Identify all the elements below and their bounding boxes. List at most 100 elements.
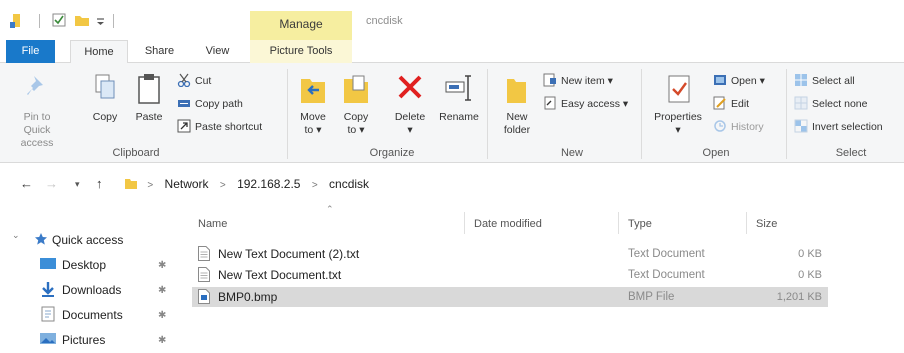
breadcrumb-separator: > bbox=[147, 180, 154, 191]
column-header-date-modified[interactable]: Date modified bbox=[474, 218, 542, 230]
edit-button[interactable]: Edit bbox=[713, 95, 749, 113]
new-folder-label: New folder bbox=[503, 111, 531, 136]
pin-icon[interactable]: ✱ bbox=[158, 260, 166, 271]
pin-icon[interactable]: ✱ bbox=[158, 310, 166, 321]
file-row-selected[interactable]: BMP0.bmp BMP File 1,201 KB bbox=[192, 287, 828, 307]
file-name: BMP0.bmp bbox=[218, 290, 278, 304]
pin-icon[interactable]: ✱ bbox=[158, 285, 166, 296]
copy-path-button[interactable]: Copy path bbox=[177, 95, 243, 113]
nav-item-label: Documents bbox=[62, 308, 123, 322]
documents-icon bbox=[41, 306, 55, 322]
properties-button[interactable]: Properties ▾ bbox=[650, 73, 706, 143]
select-all-icon bbox=[795, 74, 807, 86]
new-item-label: New item ▾ bbox=[561, 75, 613, 87]
delete-button[interactable]: Delete ▾ bbox=[390, 73, 430, 143]
column-header-size[interactable]: Size bbox=[756, 218, 777, 230]
navigation-pane: ⌄ Quick access Desktop ✱ Downloads ✱ Doc… bbox=[0, 222, 190, 353]
new-folder-large-icon bbox=[507, 79, 526, 103]
breadcrumb-host[interactable]: 192.168.2.5 bbox=[237, 177, 300, 191]
rename-label: Rename bbox=[439, 111, 479, 123]
desktop-icon bbox=[40, 258, 56, 269]
properties-label: Properties ▾ bbox=[654, 111, 702, 136]
breadcrumb[interactable]: > Network > 192.168.2.5 > cncdisk bbox=[124, 174, 377, 194]
forward-arrow-icon[interactable]: → bbox=[45, 176, 58, 191]
column-divider[interactable] bbox=[464, 212, 465, 234]
new-item-button[interactable]: New item ▾ bbox=[543, 72, 613, 90]
cut-button[interactable]: Cut bbox=[177, 72, 211, 90]
open-button[interactable]: Open ▾ bbox=[713, 72, 765, 90]
file-row[interactable]: New Text Document (2).txt Text Document … bbox=[192, 244, 828, 264]
star-icon bbox=[35, 233, 47, 245]
file-name: New Text Document (2).txt bbox=[218, 247, 360, 261]
sort-ascending-icon: ⌃ bbox=[326, 204, 334, 214]
easy-access-button[interactable]: Easy access ▾ bbox=[543, 95, 628, 113]
tab-home[interactable]: Home bbox=[70, 40, 128, 64]
new-folder-button[interactable]: New folder bbox=[497, 73, 537, 143]
column-header-name[interactable]: Name bbox=[198, 218, 227, 230]
paste-button[interactable]: Paste bbox=[131, 73, 167, 143]
expand-chevron-icon[interactable]: ⌄ bbox=[12, 230, 20, 241]
back-arrow-icon[interactable]: ← bbox=[20, 176, 33, 191]
properties-icon bbox=[668, 75, 690, 103]
tab-manage[interactable]: Manage bbox=[250, 11, 352, 40]
copy-path-label: Copy path bbox=[195, 98, 243, 110]
title-bar: Manage cncdisk bbox=[0, 0, 904, 40]
nav-quick-access[interactable]: Quick access bbox=[34, 230, 123, 250]
download-arrow-icon bbox=[42, 282, 54, 297]
nav-item-pictures[interactable]: Pictures bbox=[40, 330, 105, 350]
invert-selection-icon bbox=[794, 119, 808, 133]
scissors-icon bbox=[177, 73, 191, 87]
breadcrumb-network[interactable]: Network bbox=[165, 177, 209, 191]
nav-quick-access-label: Quick access bbox=[52, 233, 124, 247]
rename-button[interactable]: Rename bbox=[436, 73, 482, 143]
tab-picture-tools[interactable]: Picture Tools bbox=[250, 40, 352, 63]
file-row[interactable]: New Text Document.txt Text Document 0 KB bbox=[192, 265, 828, 285]
history-label: History bbox=[731, 121, 764, 133]
customize-qat-icon[interactable] bbox=[95, 13, 107, 27]
column-divider[interactable] bbox=[746, 212, 747, 234]
delete-label: Delete ▾ bbox=[394, 111, 426, 136]
file-list: ⌃ Name Date modified Type Size New Text … bbox=[190, 200, 904, 353]
move-to-button[interactable]: Move to ▾ bbox=[296, 73, 330, 143]
delete-x-icon bbox=[398, 75, 422, 99]
text-file-icon bbox=[198, 246, 210, 261]
nav-item-downloads[interactable]: Downloads bbox=[40, 280, 121, 300]
breadcrumb-separator: > bbox=[311, 180, 318, 191]
new-folder-icon[interactable] bbox=[74, 13, 90, 27]
select-all-button[interactable]: Select all bbox=[794, 72, 855, 90]
paste-shortcut-label: Paste shortcut bbox=[195, 121, 263, 133]
edit-icon bbox=[713, 96, 726, 110]
bmp-file-icon bbox=[198, 289, 210, 304]
easy-access-icon bbox=[544, 96, 556, 110]
pin-to-quick-access-label: Pin to Quick access bbox=[20, 111, 54, 149]
history-button[interactable]: History bbox=[713, 118, 764, 136]
tab-file[interactable]: File bbox=[6, 40, 55, 63]
select-none-label: Select none bbox=[812, 98, 868, 110]
file-name: New Text Document.txt bbox=[218, 268, 342, 282]
pin-to-quick-access-button[interactable]: Pin to Quick access bbox=[10, 73, 64, 149]
copy-to-button[interactable]: Copy to ▾ bbox=[339, 73, 373, 143]
nav-item-desktop[interactable]: Desktop bbox=[40, 255, 106, 275]
move-to-label: Move to ▾ bbox=[300, 111, 326, 136]
invert-selection-button[interactable]: Invert selection bbox=[794, 118, 883, 136]
pin-icon[interactable]: ✱ bbox=[158, 335, 166, 346]
ribbon: Pin to Quick access Copy Paste Cut Copy … bbox=[0, 63, 904, 163]
group-separator bbox=[641, 69, 642, 159]
copy-to-folder-icon bbox=[344, 75, 368, 103]
copy-button[interactable]: Copy bbox=[88, 73, 122, 143]
organize-group-label: Organize bbox=[369, 147, 415, 159]
recent-locations-chevron-icon[interactable]: ▾ bbox=[75, 179, 80, 190]
tab-view[interactable]: View bbox=[195, 40, 240, 63]
breadcrumb-cncdisk[interactable]: cncdisk bbox=[329, 177, 369, 191]
nav-item-documents[interactable]: Documents bbox=[40, 305, 123, 325]
select-none-button[interactable]: Select none bbox=[794, 95, 867, 113]
column-header-type[interactable]: Type bbox=[628, 218, 652, 230]
properties-check-icon[interactable] bbox=[52, 13, 66, 27]
explorer-icon[interactable] bbox=[9, 13, 23, 29]
tab-share[interactable]: Share bbox=[137, 40, 182, 63]
cut-label: Cut bbox=[195, 75, 212, 87]
quick-access-separator bbox=[39, 14, 40, 28]
up-arrow-icon[interactable]: ↑ bbox=[96, 176, 103, 191]
paste-shortcut-button[interactable]: Paste shortcut bbox=[177, 118, 262, 136]
column-divider[interactable] bbox=[618, 212, 619, 234]
